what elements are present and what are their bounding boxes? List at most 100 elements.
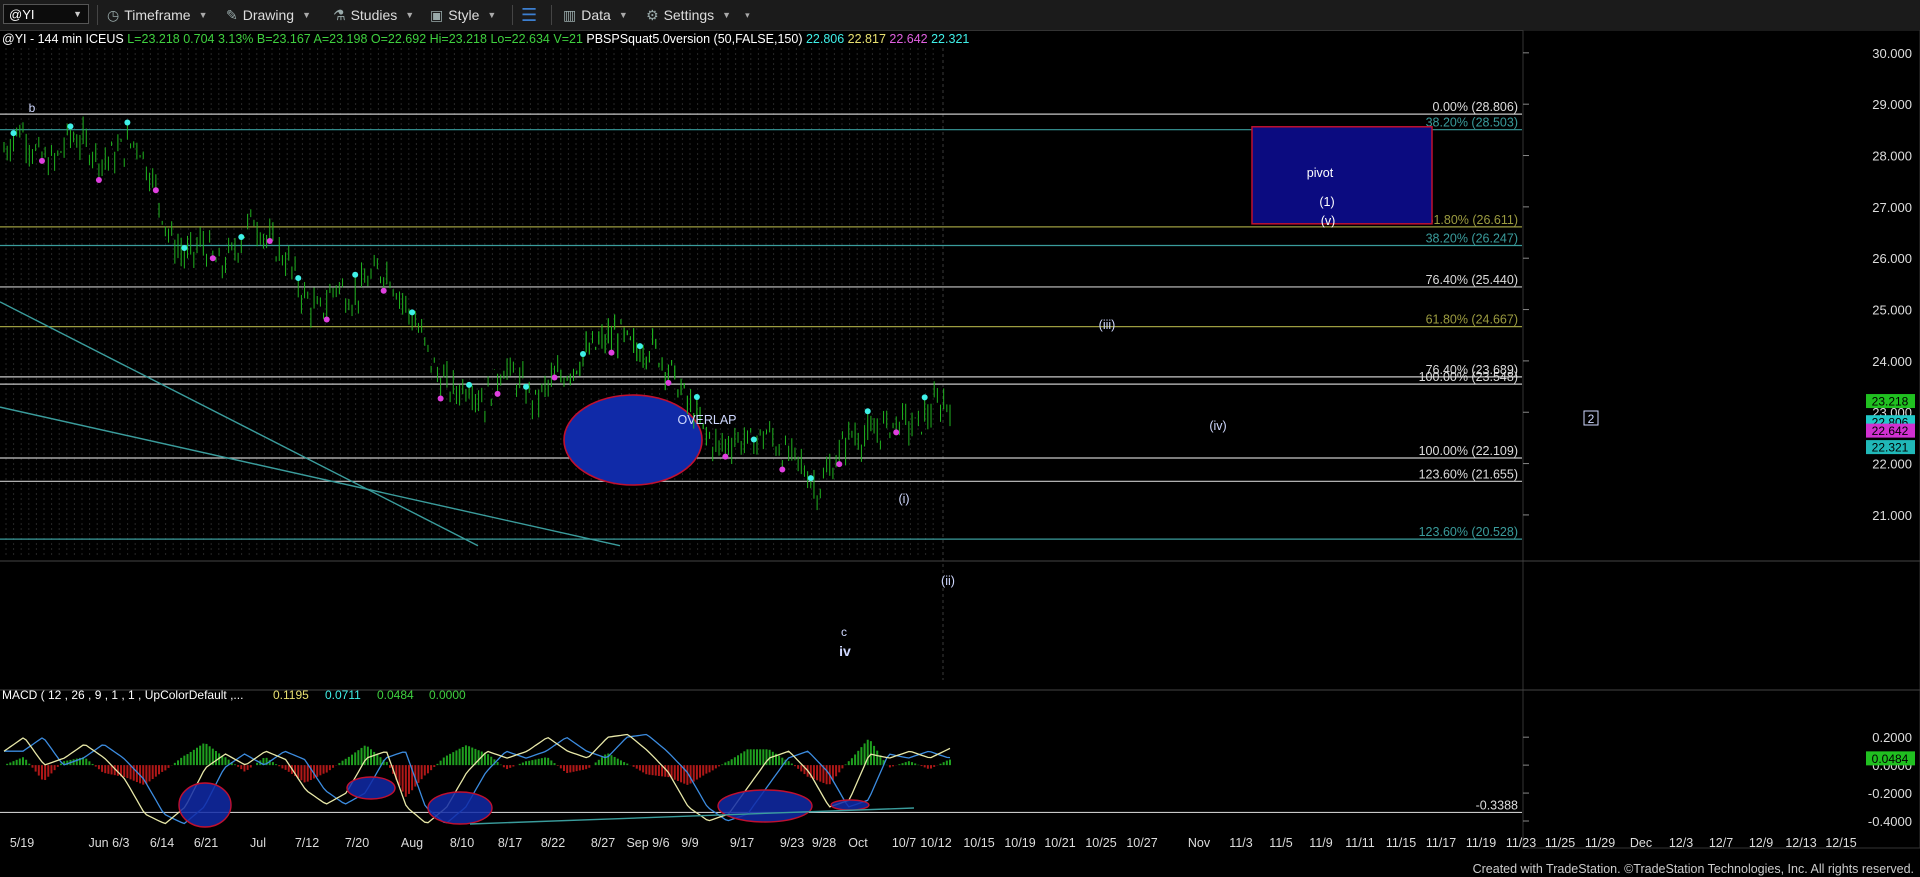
price-tag-label: 22.321 [1872,441,1909,455]
header-field: Hi=23.218 [430,32,491,46]
signal-dot [238,233,245,240]
y-tick-label: 27.000 [1872,200,1912,215]
macd-value: 0.1195 [273,688,309,702]
data-button[interactable]: ▥ Data ▼ [563,0,628,30]
fib-level-label: 61.80% (26.611) [1427,213,1519,227]
drawing-button[interactable]: ✎ Drawing ▼ [226,0,311,30]
x-tick-label: Oct [848,836,868,850]
signal-dot [95,177,102,184]
symbol-selector[interactable]: @YI ▼ [3,4,89,24]
style-button[interactable]: ▣ Style ▼ [430,0,496,30]
signal-dot [722,453,729,460]
symbol-value: @YI [9,6,35,22]
x-tick-label: 11/19 [1466,836,1496,850]
studies-button[interactable]: ⚗ Studies ▼ [333,0,414,30]
signal-dot [836,461,843,468]
x-tick-label: Nov [1188,836,1211,850]
y-tick-label: 25.000 [1872,303,1912,318]
y-tick-label: 24.000 [1872,354,1912,369]
x-tick-label: 8/17 [498,836,522,850]
header-field: 22.806 [806,32,848,46]
x-tick-label: 10/12 [920,836,951,850]
timeframe-button[interactable]: ◷ Timeframe ▼ [107,0,208,30]
header-field: @YI - 144 min ICEUS [2,32,127,46]
wave-label: (i) [898,492,909,506]
macd-ellipse [717,789,813,823]
wave-label: (ii) [941,574,955,588]
fib-level-label: 0.00% (28.806) [1433,100,1518,114]
chevron-down-icon: ▼ [722,10,732,20]
toolbar-separator [512,5,513,25]
footer-credit: Created with TradeStation. ©TradeStation… [1472,862,1914,876]
x-tick-label: 10/7 [892,836,916,850]
settings-label: Settings [663,7,715,23]
x-tick-label: Sep 9/6 [626,836,669,850]
signal-dot [67,123,74,130]
x-tick-label: 7/20 [345,836,369,850]
signal-dot [551,374,558,381]
header-field: 22.642 [889,32,931,46]
signal-dot [209,255,216,262]
x-tick-label: 12/13 [1785,836,1816,850]
signal-dot [352,271,359,278]
wave-label: (iii) [1099,318,1116,332]
y-tick-label: -0.2000 [1868,786,1912,801]
macd-value: 0.0000 [429,688,466,702]
x-tick-label: 12/3 [1669,836,1693,850]
price-pane[interactable]: @YI - 144 min ICEUS L=23.218 0.704 3.13%… [0,30,1920,849]
header-field: PBSPSquat5.0version (50,FALSE,150) [586,32,806,46]
chart-area[interactable]: @YI - 144 min ICEUS L=23.218 0.704 3.13%… [0,30,1920,877]
macd-value: 0.0484 [377,688,414,702]
macd-value: 0.0711 [325,688,361,702]
pivot-label: pivot [1307,166,1334,180]
signal-dot [921,394,928,401]
timeframe-label: Timeframe [124,7,191,23]
y-tick-label: 0.2000 [1872,730,1912,745]
x-tick-label: 12/15 [1825,836,1856,850]
y-tick-label: 30.000 [1872,46,1912,61]
chevron-down-icon: ▼ [198,10,208,20]
signal-dot [323,316,330,323]
signal-dot [807,475,814,482]
pivot-wave-v: (v) [1321,214,1336,228]
layout-button[interactable]: ☰ [521,0,542,30]
signal-dot [523,383,530,390]
x-tick-label: 11/29 [1585,836,1615,850]
signal-dot [409,309,416,316]
header-field: A=23.198 [314,32,371,46]
macd-ellipse [178,782,232,828]
signal-dot [608,349,615,356]
y-tick-label: 26.000 [1872,251,1912,266]
header-field: Lo=22.634 [490,32,553,46]
x-tick-label: 8/10 [450,836,474,850]
signal-dot [10,130,17,137]
signal-dot [636,343,643,350]
signal-dot [38,157,45,164]
flask-icon: ⚗ [333,6,346,23]
macd-ellipse [346,776,396,800]
x-tick-label: 9/9 [681,836,698,850]
drawing-label: Drawing [242,7,295,23]
fib-level-label: 123.60% (21.655) [1419,467,1518,481]
toolbar-separator [97,5,98,25]
signal-dot [864,408,871,415]
x-tick-label: 11/15 [1386,836,1416,850]
y-tick-label: -0.4000 [1868,814,1912,829]
clock-icon: ◷ [107,6,120,23]
more-icon: ▾ [745,9,750,20]
x-tick-label: Dec [1630,836,1652,850]
header-field: 22.817 [848,32,890,46]
price-tag-label: 22.642 [1872,424,1909,438]
settings-button[interactable]: ⚙ Settings ▼ ▾ [646,0,750,30]
x-tick-label: 8/22 [541,836,565,850]
x-tick-label: 12/9 [1749,836,1773,850]
y-tick-label: 22.000 [1872,457,1912,472]
x-tick-label: 11/5 [1269,836,1292,850]
layout-icon: ☰ [521,4,538,25]
signal-dot [665,379,672,386]
x-tick-label: 11/11 [1345,836,1374,850]
pivot-zone [1251,126,1433,225]
signal-dot [295,275,302,282]
pivot-wave-1: (1) [1319,195,1334,209]
x-tick-label: 10/27 [1126,836,1157,850]
